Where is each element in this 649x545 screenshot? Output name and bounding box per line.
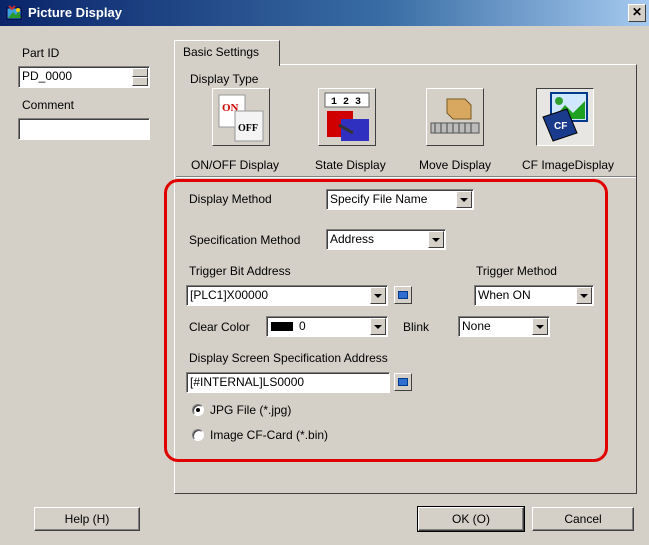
trigger-method-label: Trigger Method — [476, 264, 557, 278]
chevron-down-icon[interactable] — [428, 231, 444, 248]
trigger-method-value: When ON — [478, 288, 531, 302]
spin-up-icon[interactable] — [132, 68, 148, 77]
chevron-down-icon[interactable] — [576, 287, 592, 304]
on-off-display-icon: ON OFF — [218, 94, 264, 142]
part-id-spinner[interactable] — [132, 68, 148, 86]
state-display-icon: 1 2 3 — [324, 92, 370, 141]
title-bar: Picture Display ✕ — [0, 0, 649, 26]
part-id-label: Part ID — [22, 46, 60, 60]
move-display-label: Move Display — [419, 158, 492, 172]
screen-addr-value: [#INTERNAL]LS0000 — [190, 375, 305, 389]
spin-down-icon[interactable] — [132, 77, 148, 86]
chevron-down-icon[interactable] — [532, 318, 548, 335]
close-icon: ✕ — [631, 5, 643, 19]
trigger-method-select[interactable]: When ON — [474, 285, 594, 306]
cancel-button[interactable]: Cancel — [532, 507, 634, 531]
part-id-field[interactable]: PD_0000 — [18, 66, 150, 88]
window-title: Picture Display — [28, 5, 122, 20]
radio-jpg[interactable] — [192, 404, 204, 416]
move-display-button[interactable] — [426, 88, 484, 146]
spec-method-select[interactable]: Address — [326, 229, 446, 250]
close-button[interactable]: ✕ — [628, 4, 646, 22]
radio-bin-label[interactable]: Image CF-Card (*.bin) — [210, 428, 328, 442]
radio-bin[interactable] — [192, 429, 204, 441]
state-display-label: State Display — [315, 158, 386, 172]
comment-field[interactable] — [18, 118, 150, 140]
move-display-icon — [430, 98, 480, 134]
screen-addr-label: Display Screen Specification Address — [189, 351, 388, 365]
chevron-down-icon[interactable] — [370, 318, 386, 335]
comment-label: Comment — [22, 98, 75, 112]
display-method-label: Display Method — [189, 192, 272, 206]
on-off-display-label: ON/OFF Display — [191, 158, 280, 172]
svg-text:CF: CF — [554, 121, 567, 132]
display-type-label: Display Type — [190, 72, 259, 86]
cf-image-display-button[interactable]: CF — [536, 88, 594, 146]
state-display-button[interactable]: 1 2 3 — [318, 88, 376, 146]
help-button[interactable]: Help (H) — [34, 507, 140, 531]
blink-value: None — [462, 319, 491, 333]
blink-label: Blink — [403, 320, 430, 334]
trigger-bit-value: [PLC1]X00000 — [190, 288, 269, 302]
svg-text:OFF: OFF — [238, 123, 258, 134]
on-off-display-button[interactable]: ON OFF — [212, 88, 270, 146]
trigger-bit-label: Trigger Bit Address — [189, 264, 291, 278]
tab-basic-settings-label: Basic Settings — [183, 45, 260, 59]
cf-image-display-icon: CF — [542, 92, 588, 142]
blink-select[interactable]: None — [458, 316, 550, 337]
svg-text:1 2 3: 1 2 3 — [331, 97, 361, 108]
ok-button[interactable]: OK (O) — [417, 506, 525, 532]
clear-color-value: 0 — [299, 319, 306, 333]
color-swatch — [271, 322, 293, 331]
clear-color-select[interactable]: 0 — [266, 316, 388, 337]
part-id-value: PD_0000 — [22, 69, 73, 83]
tab-basic-settings[interactable]: Basic Settings — [174, 40, 280, 66]
display-method-select[interactable]: Specify File Name — [326, 189, 474, 210]
picture-display-icon — [6, 5, 22, 20]
trigger-bit-select[interactable]: [PLC1]X00000 — [186, 285, 388, 306]
radio-jpg-label[interactable]: JPG File (*.jpg) — [210, 403, 291, 417]
spec-method-value: Address — [330, 232, 375, 246]
cf-image-display-label: CF ImageDisplay — [522, 158, 615, 172]
clear-color-label: Clear Color — [189, 320, 250, 334]
chevron-down-icon[interactable] — [370, 287, 386, 304]
address-input-icon[interactable] — [394, 373, 412, 391]
spec-method-label: Specification Method — [189, 233, 301, 247]
address-input-icon[interactable] — [394, 286, 412, 304]
screen-addr-field[interactable]: [#INTERNAL]LS0000 — [186, 372, 390, 393]
picture-display-dialog: Picture Display ✕ Part ID PD_0000 Commen… — [0, 0, 649, 545]
separator — [176, 176, 636, 178]
chevron-down-icon[interactable] — [456, 191, 472, 208]
display-method-value: Specify File Name — [330, 192, 428, 206]
